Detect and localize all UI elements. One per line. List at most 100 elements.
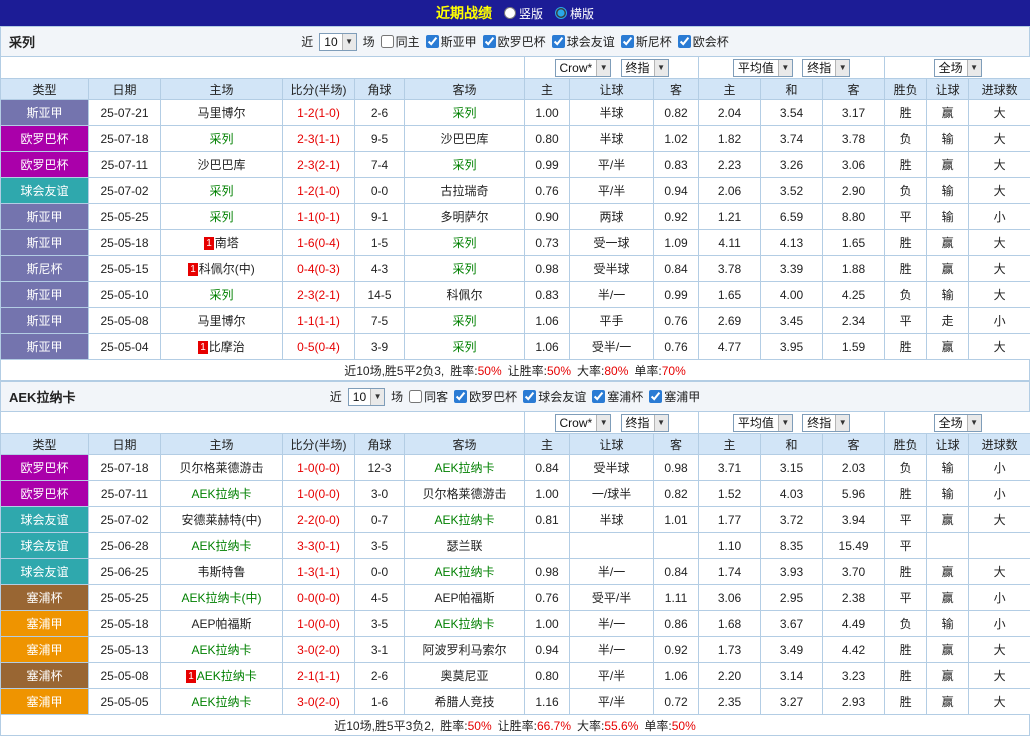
away-team: 奥莫尼亚 xyxy=(403,662,526,689)
home-team: 1 比摩治 xyxy=(160,333,283,360)
league-filter-checkbox[interactable]: 塞浦甲 xyxy=(649,388,700,405)
corner-score: 9-5 xyxy=(354,125,405,152)
avg-home-odds: 2.35 xyxy=(698,688,762,715)
handicap-line: 平手 xyxy=(569,307,655,334)
result-outcome: 负 xyxy=(884,125,928,152)
match-count-select[interactable]: 10 ▼ xyxy=(319,32,357,51)
home-team-name: 采列 xyxy=(209,132,234,146)
league-checkbox-input[interactable] xyxy=(482,35,496,48)
home-team: 1 AEK拉纳卡 xyxy=(160,662,283,689)
view-option-vertical[interactable]: 竖版 xyxy=(503,5,543,22)
odds-source-select[interactable]: Crow* ▼ xyxy=(554,58,612,77)
match-count-select[interactable]: 10 ▼ xyxy=(347,387,386,406)
result-handicap: 赢 xyxy=(926,662,970,689)
same-venue-checkbox[interactable]: 同主 xyxy=(380,33,420,50)
handicap-away-odds: 1.06 xyxy=(653,662,700,689)
handicap-away-odds: 0.84 xyxy=(653,558,700,585)
avg-away-odds: 3.23 xyxy=(822,662,886,689)
handicap-away-odds: 1.09 xyxy=(653,229,700,256)
vertical-view-radio[interactable] xyxy=(503,7,516,19)
league-checkbox-input[interactable] xyxy=(592,390,606,403)
handicap-away-odds: 0.82 xyxy=(653,99,700,126)
home-team: AEK拉纳卡 xyxy=(160,636,283,663)
league-filter-checkbox[interactable]: 塞浦杯 xyxy=(592,388,643,405)
league-filter-checkbox[interactable]: 欧罗巴杯 xyxy=(454,388,517,405)
column-header: 客 xyxy=(653,433,700,455)
match-score: 2-3(1-1) xyxy=(282,125,355,152)
home-team-name: 采列 xyxy=(209,288,234,302)
avg-stage-select[interactable]: 终指 ▼ xyxy=(802,58,851,77)
stat-label: 单率: xyxy=(634,363,662,378)
league-filter-checkbox[interactable]: 欧会杯 xyxy=(677,33,729,50)
avg-source-select[interactable]: 平均值 ▼ xyxy=(732,413,793,432)
column-header: 主 xyxy=(524,78,571,100)
filter-controls: 近 10 ▼ 场 同主 斯亚甲 欧罗巴杯 球会友谊 斯尼杯 欧会杯 xyxy=(301,32,729,51)
handicap-line: 平/半 xyxy=(569,151,655,178)
odds-source-select[interactable]: Crow* ▼ xyxy=(554,413,612,432)
avg-home-odds: 1.68 xyxy=(698,610,762,637)
league-checkbox-input[interactable] xyxy=(620,35,634,48)
handicap-home-odds: 0.76 xyxy=(524,177,571,204)
chevron-down-icon: ▼ xyxy=(653,59,668,76)
match-date: 25-06-28 xyxy=(88,532,161,559)
league-filter-checkbox[interactable]: 球会友谊 xyxy=(523,388,586,405)
result-outcome: 平 xyxy=(884,506,928,533)
avg-stage-select[interactable]: 终指 ▼ xyxy=(802,413,851,432)
match-row: 斯尼杯 25-05-15 1 科佩尔(中) 0-4(0-3) 4-3 采列 0.98 受半球 0.… xyxy=(0,255,1030,282)
match-score: 1-0(0-0) xyxy=(282,480,355,507)
avg-source-select[interactable]: 平均值 ▼ xyxy=(732,58,793,77)
avg-home-odds: 4.77 xyxy=(698,333,762,360)
match-row: 斯亚甲 25-05-08 马里博尔 1-1(1-1) 7-5 采列 1.06 平手 0.76 2.… xyxy=(0,307,1030,334)
league-checkbox-input[interactable] xyxy=(649,390,663,403)
match-date: 25-05-18 xyxy=(88,229,161,256)
league-filter-checkbox[interactable]: 斯亚甲 xyxy=(425,33,477,50)
column-header: 主 xyxy=(698,433,762,455)
avg-home-odds: 1.21 xyxy=(698,203,762,230)
handicap-line: 半球 xyxy=(569,99,655,126)
odds-stage-select[interactable]: 终指 ▼ xyxy=(620,58,669,77)
league-checkbox-label: 球会友谊 xyxy=(566,35,615,49)
away-team-name: AEK拉纳卡 xyxy=(434,461,495,475)
column-header: 让球 xyxy=(569,433,655,455)
league-checkbox-input[interactable] xyxy=(523,390,537,403)
league-checkbox-input[interactable] xyxy=(454,390,468,403)
league-badge: 斯亚甲 xyxy=(0,203,89,230)
handicap-home-odds: 0.73 xyxy=(524,229,571,256)
scope-select[interactable]: 全场 ▼ xyxy=(933,58,982,77)
league-filter-checkbox[interactable]: 球会友谊 xyxy=(551,33,615,50)
handicap-away-odds: 0.99 xyxy=(653,281,700,308)
league-badge: 塞浦杯 xyxy=(0,662,89,689)
league-checkbox-input[interactable] xyxy=(677,35,691,48)
league-filter-checkbox[interactable]: 欧罗巴杯 xyxy=(482,33,546,50)
column-header: 客 xyxy=(653,78,700,100)
handicap-line: 受半/一 xyxy=(569,333,655,360)
match-score: 1-3(1-1) xyxy=(282,558,355,585)
result-handicap: 输 xyxy=(926,125,970,152)
team-name: 采列 xyxy=(9,35,36,50)
handicap-odds-header: Crow* ▼ 终指 ▼ xyxy=(524,411,700,434)
odds-stage-select[interactable]: 终指 ▼ xyxy=(620,413,669,432)
league-badge: 欧罗巴杯 xyxy=(0,125,89,152)
result-handicap: 赢 xyxy=(926,255,970,282)
view-option-horizontal[interactable]: 横版 xyxy=(555,5,594,22)
section-header: 采列 近 10 ▼ 场 同主 斯亚甲 欧罗巴杯 球会友谊 斯尼杯 欧会杯 xyxy=(0,26,1030,56)
horizontal-view-radio[interactable] xyxy=(555,7,567,19)
away-team-name: 采列 xyxy=(452,262,477,276)
scope-select[interactable]: 全场 ▼ xyxy=(933,413,982,432)
column-header: 类型 xyxy=(0,78,89,100)
avg-away-odds: 2.38 xyxy=(822,584,886,611)
scope-value: 全场 xyxy=(938,415,963,430)
same-venue-checkbox-input[interactable] xyxy=(380,35,394,48)
same-venue-checkbox-input[interactable] xyxy=(409,390,423,403)
handicap-line: 半/一 xyxy=(569,558,655,585)
same-venue-checkbox[interactable]: 同客 xyxy=(409,388,448,405)
league-checkbox-input[interactable] xyxy=(425,35,439,48)
league-checkbox-input[interactable] xyxy=(551,35,565,48)
corner-score: 2-6 xyxy=(354,99,405,126)
handicap-odds-header: Crow* ▼ 终指 ▼ xyxy=(524,56,700,79)
home-team-name: 采列 xyxy=(209,210,234,224)
result-outcome: 胜 xyxy=(884,99,928,126)
league-filter-checkbox[interactable]: 斯尼杯 xyxy=(620,33,672,50)
league-filter-group: 欧罗巴杯 球会友谊 塞浦杯 塞浦甲 xyxy=(454,388,700,405)
away-team-name: 采列 xyxy=(452,158,477,172)
